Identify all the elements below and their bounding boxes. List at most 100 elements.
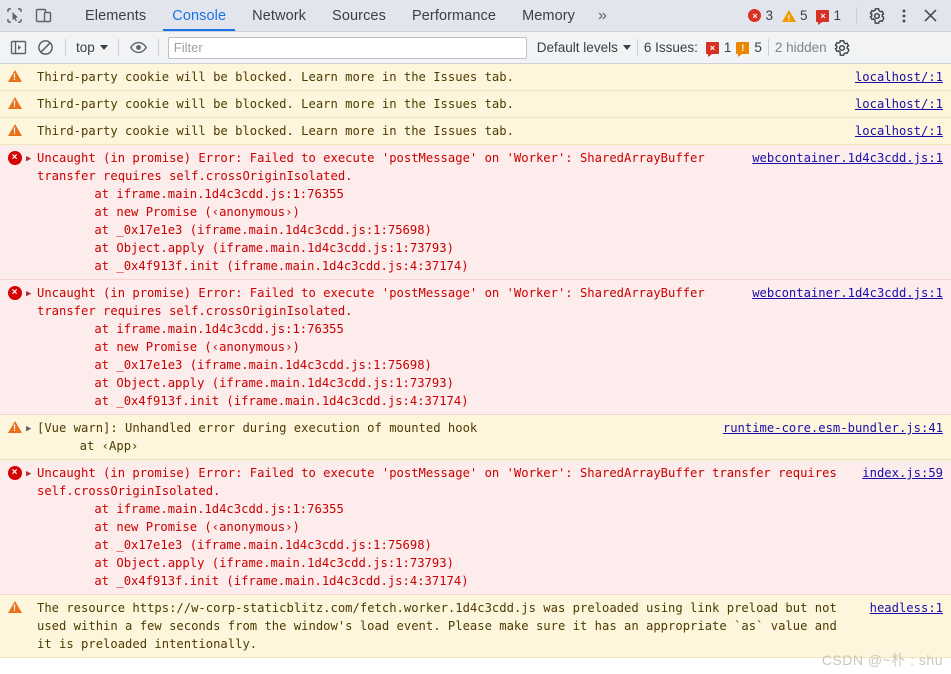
console-error-message[interactable]: × ▶ Uncaught (in promise) Error: Failed to… — [0, 145, 951, 280]
stack-frame-link[interactable]: iframe.main.1d4c3cdd.js:1:75698 — [197, 358, 424, 372]
message-source-link[interactable]: headless:1 — [870, 599, 943, 617]
console-warning-message[interactable]: ▶[Vue warn]: Unhandled error during exec… — [0, 415, 951, 460]
devtools-tabs: Elements Console Network Sources Perform… — [72, 0, 617, 31]
console-sidebar-toggle-icon[interactable] — [5, 34, 32, 61]
stack-frame: at _0x4f913f.init (iframe.main.1d4c3cdd.… — [65, 394, 469, 408]
stack-trace: at iframe.main.1d4c3cdd.js:1:76355 at ne… — [37, 320, 738, 410]
warning-icon — [7, 601, 22, 613]
resource-url-link[interactable]: https://w-corp-staticblitz.com/fetch.wor… — [132, 601, 536, 615]
toolbar-divider — [157, 39, 159, 56]
filter-input[interactable] — [167, 36, 527, 59]
tab-memory[interactable]: Memory — [509, 0, 588, 31]
live-expressions-eye-icon[interactable] — [125, 34, 152, 61]
tab-elements[interactable]: Elements — [72, 0, 159, 31]
issue-warning-icon: ! — [736, 41, 750, 57]
stack-trace: at iframe.main.1d4c3cdd.js:1:76355 at ne… — [37, 185, 738, 275]
tab-console[interactable]: Console — [159, 0, 239, 31]
warning-triangle-icon: ! — [781, 9, 796, 23]
stack-frame-link[interactable]: iframe.main.1d4c3cdd.js:4:37174 — [234, 574, 461, 588]
console-message-list[interactable]: Third-party cookie will be blocked. Lear… — [0, 64, 951, 674]
message-source-link[interactable]: localhost/:1 — [855, 95, 943, 113]
toolbar-divider — [117, 39, 119, 56]
tab-sources[interactable]: Sources — [319, 0, 399, 31]
warning-icon-wrap — [6, 419, 23, 433]
stack-frame-link[interactable]: iframe.main.1d4c3cdd.js:4:37174 — [234, 394, 461, 408]
warning-count: 5 — [799, 8, 808, 23]
error-icon: × — [7, 466, 22, 480]
stack-frame-link[interactable]: iframe.main.1d4c3cdd.js:1:75698 — [197, 223, 424, 237]
expand-arrow-icon[interactable]: ▶ — [26, 149, 37, 165]
stack-frame-link[interactable]: iframe.main.1d4c3cdd.js:1:73793 — [219, 241, 446, 255]
execution-context-selector[interactable]: top — [72, 40, 112, 55]
console-warning-message[interactable]: Third-party cookie will be blocked. Lear… — [0, 91, 951, 118]
console-warning-message[interactable]: Third-party cookie will be blocked. Lear… — [0, 118, 951, 145]
warning-icon — [7, 124, 22, 136]
console-error-message[interactable]: × ▶ Uncaught (in promise) Error: Failed to… — [0, 280, 951, 415]
stack-frame: at Object.apply (iframe.main.1d4c3cdd.js… — [65, 556, 454, 570]
more-tabs-chevron-icon[interactable]: » — [588, 0, 617, 31]
stack-frame: at iframe.main.1d4c3cdd.js:1:76355 — [65, 322, 344, 336]
warning-count-indicator[interactable]: ! 5 — [781, 8, 808, 23]
expand-arrow-icon[interactable]: ▶ — [26, 464, 37, 480]
issues-warn-count: 5 — [754, 40, 762, 55]
stack-frame: at new Promise (‹anonymous›) — [65, 340, 300, 354]
error-count-indicator[interactable]: × 3 — [748, 8, 773, 23]
console-toolbar: top Default levels 6 Issues: × 1 ! 5 2 h… — [0, 32, 951, 64]
chevron-down-icon — [622, 45, 631, 50]
console-error-message[interactable]: × ▶ Uncaught (in promise) Error: Failed to… — [0, 460, 951, 595]
tab-performance[interactable]: Performance — [399, 0, 509, 31]
stack-frame: at Object.apply (iframe.main.1d4c3cdd.js… — [65, 241, 454, 255]
message-source-link[interactable]: index.js:59 — [862, 464, 943, 482]
hidden-messages-count: 2 hidden — [774, 40, 827, 55]
issue-count-indicator[interactable]: × 1 — [816, 8, 841, 25]
stack-frame-link[interactable]: iframe.main.1d4c3cdd.js:1:73793 — [219, 376, 446, 390]
message-source-link[interactable]: localhost/:1 — [855, 122, 943, 140]
tab-network[interactable]: Network — [239, 0, 319, 31]
console-message-text: Uncaught (in promise) Error: Failed to e… — [37, 464, 848, 590]
console-message-text: [Vue warn]: Unhandled error during execu… — [37, 419, 709, 455]
tab-label: Elements — [85, 7, 147, 24]
console-settings-gear-icon[interactable] — [833, 39, 851, 57]
inspect-element-icon[interactable] — [0, 0, 29, 31]
toolbar-divider — [767, 39, 769, 56]
message-source-link[interactable]: runtime-core.esm-bundler.js:41 — [723, 419, 943, 437]
expand-arrow-icon[interactable]: ▶ — [26, 284, 37, 300]
warning-icon — [7, 97, 22, 109]
close-icon[interactable] — [917, 2, 944, 29]
message-source-link[interactable]: webcontainer.1d4c3cdd.js:1 — [752, 284, 943, 302]
clear-console-icon[interactable] — [32, 34, 59, 61]
stack-frame: at iframe.main.1d4c3cdd.js:1:76355 — [65, 502, 344, 516]
warning-icon-wrap — [6, 68, 23, 82]
toolbar-divider — [636, 39, 638, 56]
settings-gear-icon[interactable] — [863, 2, 890, 29]
device-toolbar-icon[interactable] — [29, 0, 58, 31]
expand-arrow-icon — [26, 68, 37, 72]
error-icon: × — [7, 286, 22, 300]
stack-frame-link[interactable]: iframe.main.1d4c3cdd.js:1:76355 — [116, 322, 343, 336]
expand-arrow-icon[interactable]: ▶ — [26, 419, 37, 435]
message-source-link[interactable]: localhost/:1 — [855, 68, 943, 86]
stack-frame-link[interactable]: iframe.main.1d4c3cdd.js:1:75698 — [197, 538, 424, 552]
warning-glyph: ! — [787, 13, 791, 23]
expand-arrow-icon — [26, 599, 37, 603]
console-warning-message[interactable]: The resource https://w-corp-staticblitz.… — [0, 595, 951, 658]
more-options-icon[interactable] — [890, 2, 917, 29]
issues-summary[interactable]: 6 Issues: × 1 ! 5 — [644, 40, 762, 57]
stack-frame: at new Promise (‹anonymous›) — [65, 520, 300, 534]
stack-frame-link[interactable]: iframe.main.1d4c3cdd.js:1:76355 — [116, 502, 343, 516]
console-message-text: Uncaught (in promise) Error: Failed to e… — [37, 149, 738, 275]
tab-label: Console — [172, 7, 227, 24]
stack-frame-link[interactable]: iframe.main.1d4c3cdd.js:1:73793 — [219, 556, 446, 570]
stack-frame: at _0x17e1e3 (iframe.main.1d4c3cdd.js:1:… — [65, 538, 432, 552]
stack-trace: at ‹App› — [37, 437, 709, 455]
execution-context-label: top — [76, 40, 95, 55]
stack-frame-link[interactable]: iframe.main.1d4c3cdd.js:4:37174 — [234, 259, 461, 273]
tab-label: Performance — [411, 7, 497, 24]
message-source-link[interactable]: webcontainer.1d4c3cdd.js:1 — [752, 149, 943, 167]
stack-frame-link[interactable]: iframe.main.1d4c3cdd.js:1:76355 — [116, 187, 343, 201]
log-levels-selector[interactable]: Default levels — [537, 40, 631, 55]
stack-frame: at _0x17e1e3 (iframe.main.1d4c3cdd.js:1:… — [65, 223, 432, 237]
stack-frame: at new Promise (‹anonymous›) — [65, 205, 300, 219]
console-warning-message[interactable]: Third-party cookie will be blocked. Lear… — [0, 64, 951, 91]
error-icon: × — [7, 151, 22, 165]
